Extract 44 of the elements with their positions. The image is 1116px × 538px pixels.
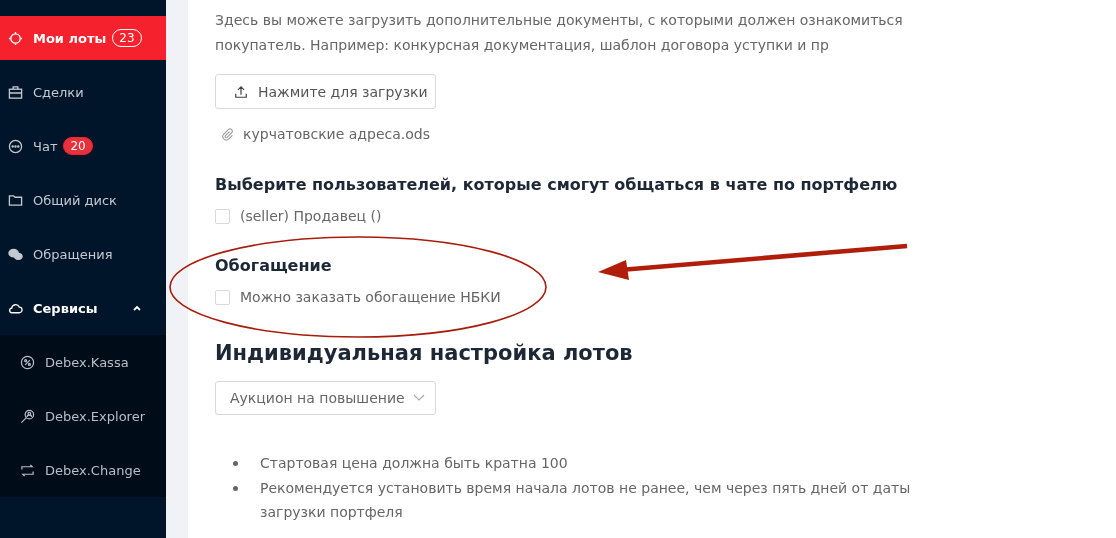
count-badge: 20	[63, 137, 93, 155]
sidebar-item[interactable]: Сервисы	[0, 286, 166, 330]
search-user-icon	[20, 408, 35, 424]
chat-icon	[8, 138, 23, 154]
swap-icon	[20, 462, 35, 478]
section-title: Выберите пользователей, которые смогут общаться в чате по портфелю	[215, 175, 898, 194]
chevron-down-icon	[412, 394, 425, 402]
section-heading: Индивидуальная настройка лотов	[215, 341, 633, 365]
upload-button[interactable]: Нажмите для загрузки	[215, 74, 436, 109]
submenu-label: Debex.Explorer	[45, 408, 145, 424]
sidebar-item[interactable]: Обращения	[0, 232, 166, 276]
submenu-label: Debex.Kassa	[45, 354, 129, 370]
submenu-item[interactable]: Debex.Explorer	[0, 389, 166, 443]
paperclip-icon	[221, 127, 234, 141]
section-title: Обогащение	[215, 256, 332, 275]
user-checkbox[interactable]: (seller) Продавец ()	[215, 208, 1116, 224]
sidebar-label: Мои лоты	[33, 30, 107, 46]
sidebar-item[interactable]: Мои лоты 23	[0, 16, 166, 60]
sidebar-item[interactable]: Общий диск	[0, 178, 166, 222]
sidebar-item[interactable]: Чат 20	[0, 124, 166, 168]
sidebar-item[interactable]: Сделки	[0, 70, 166, 114]
note-item: Стартовая цена должна быть кратна 100	[260, 454, 569, 473]
sidebar-label: Обращения	[33, 246, 113, 262]
target-icon	[8, 30, 23, 46]
description-text: Здесь вы можете загрузить дополнительные документы, с которыми должен ознакомиться покупатель. Например: конкурсная документация, шаблон договора уступки и пр	[215, 11, 904, 55]
auction-type-select[interactable]: Аукцион на повышение	[215, 381, 436, 415]
sidebar-label: Чат	[33, 138, 58, 154]
sidebar-label: Сервисы	[33, 300, 98, 316]
sidebar-label: Общий диск	[33, 192, 117, 208]
file-link[interactable]: курчатовские адреса.ods	[243, 126, 430, 142]
submenu-item[interactable]: Debex.Kassa	[0, 335, 166, 389]
bullet-icon	[233, 461, 238, 466]
bullet-icon	[233, 485, 238, 491]
sidebar-label: Сделки	[33, 84, 84, 100]
bubbles-icon	[8, 246, 23, 262]
count-badge: 23	[112, 29, 142, 47]
briefcase-icon	[8, 84, 23, 100]
enrichment-checkbox[interactable]: Можно заказать обогащение НБКИ	[215, 289, 1116, 305]
note-item: Рекомендуется установить время начала лотов не ранее, чем через пять дней от даты загрузки портфеля	[260, 478, 912, 522]
upload-icon	[234, 84, 248, 99]
percent-icon	[20, 354, 35, 370]
submenu-item[interactable]: Debex.Change	[0, 443, 166, 497]
folder-icon	[8, 192, 23, 208]
submenu-label: Debex.Change	[45, 462, 141, 478]
